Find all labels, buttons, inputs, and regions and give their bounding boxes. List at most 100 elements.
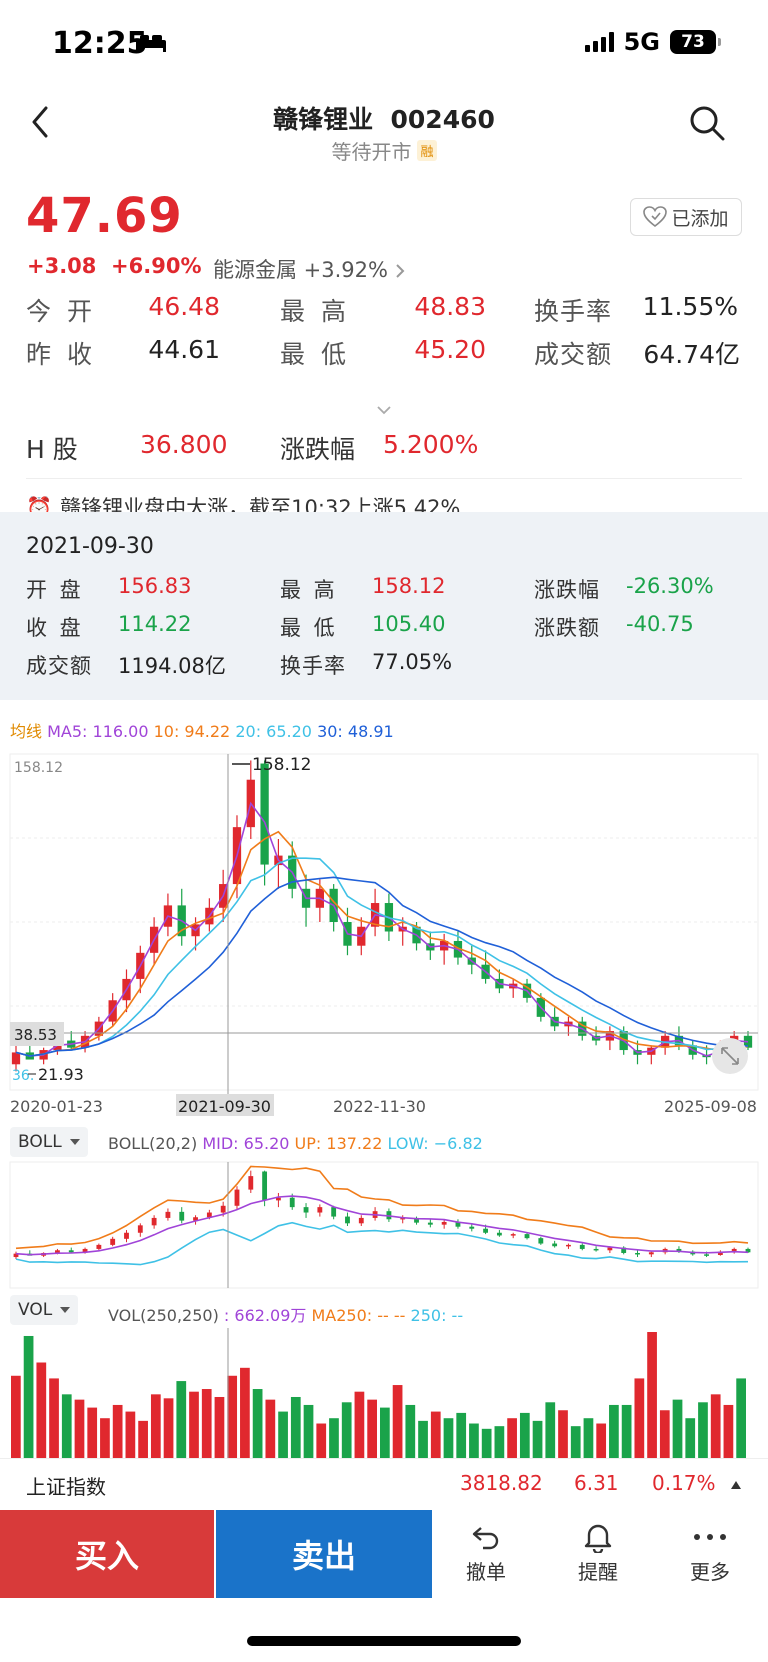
volume-bar [380,1407,390,1458]
volume-bar [685,1418,696,1458]
index-value: 3818.82 [460,1471,543,1495]
ma5-line [15,801,749,1057]
volume-bar [736,1378,746,1458]
detail-chg: -40.75 [626,612,694,636]
boll-candle [289,1197,295,1208]
market-status: 等待开市融 [0,136,768,165]
boll-candle [248,1176,254,1190]
volume-bar [278,1411,288,1458]
vol-legend: VOL(250,250) : 662.09万 MA250: -- -- 250:… [108,1302,463,1326]
volume-bar [100,1418,110,1458]
index-ticker[interactable]: 上证指数 3818.82 6.31 0.17% [0,1458,768,1510]
boll-candle [331,1207,337,1217]
volume-bar [23,1335,34,1458]
vol-ma250b: 250: -- [410,1306,464,1325]
volume-bar [341,1402,352,1458]
divider [26,478,742,479]
alert-label: 提醒 [578,1560,618,1584]
x-label-cross: 2021-09-30 [178,1097,271,1116]
low-label: 最 低 [280,340,350,369]
amount-value: 64.74亿 [643,340,740,369]
boll-candle [358,1217,364,1224]
boll-candle [110,1238,116,1245]
watchlist-added-button[interactable]: 已添加 [630,198,742,236]
boll-candle [607,1247,613,1251]
detail-turnover: 77.05% [372,650,453,674]
vol-selector[interactable]: VOL [10,1295,79,1325]
volume-bar [519,1412,530,1458]
boll-low: LOW: −6.82 [387,1134,483,1153]
cancel-order-button[interactable]: 撤单 [446,1518,526,1585]
search-icon[interactable] [688,104,726,142]
detail-amount-label: 成交额 [26,654,92,678]
volume-bar [570,1426,581,1458]
volume-bar [354,1391,365,1458]
volume-bar [87,1407,98,1458]
boll-selector[interactable]: BOLL [10,1127,88,1157]
kline-chart[interactable]: 158.12 158.12 38.53 36. 21.93 2020-01-23… [0,748,768,1118]
vol-name: VOL(250,250) [108,1306,219,1325]
ma10-value: 10: 94.22 [153,722,231,741]
volume-bar [609,1404,619,1458]
market-status-text: 等待开市 [331,140,412,164]
boll-candle [179,1211,185,1221]
ma-legend-label: 均线 [10,722,43,741]
candle [260,763,269,865]
boll-up: UP: 137.22 [294,1134,383,1153]
volume-chart[interactable] [0,1328,768,1458]
detail-low-label: 最 低 [280,616,338,640]
volume-bar [558,1410,568,1458]
volume-bar [405,1404,416,1458]
volume-bar [316,1423,327,1458]
caret-up-icon[interactable] [730,1475,742,1494]
change-percent: +6.90% [111,254,202,278]
sell-button[interactable]: 卖出 [216,1510,432,1598]
alert-button[interactable]: 提醒 [558,1518,638,1585]
boll-candle [262,1171,268,1201]
more-button[interactable]: 更多 [670,1518,750,1585]
expand-chevron-icon[interactable] [376,400,392,419]
boll-candle [704,1254,709,1256]
boll-candle [124,1232,129,1239]
boll-candle [96,1244,102,1249]
x-label-start: 2020-01-23 [10,1097,103,1116]
volume-bar [303,1404,314,1458]
boll-candle [441,1221,447,1225]
prev-close-value: 44.61 [148,335,220,364]
volume-bar [214,1396,225,1458]
volume-bar [545,1402,556,1458]
volume-bar [647,1332,657,1458]
sector-link[interactable]: 能源金属 +3.92% [213,254,405,284]
boll-candle [524,1234,530,1239]
boll-candle [483,1228,489,1233]
volume-bar [456,1412,467,1458]
volume-bar [49,1378,59,1458]
cancel-order-label: 撤单 [466,1560,506,1584]
detail-close-label: 收 盘 [26,616,84,640]
crosshair-detail-panel: 2021-09-30 开 盘 156.83 最 高 158.12 涨跌幅 -26… [0,512,768,700]
volume-bar [163,1398,174,1458]
volume-bar [507,1418,517,1458]
boll-candle [593,1248,599,1251]
buy-button[interactable]: 买入 [0,1510,214,1598]
volume-bar [392,1385,403,1458]
detail-amount: 1194.08亿 [118,654,226,678]
boll-candle [303,1207,309,1213]
volume-bar [227,1375,238,1458]
sector-label: 能源金属 +3.92% [213,258,388,282]
x-label-end: 2025-09-08 [664,1097,757,1116]
h-share-change-label: 涨跌幅 [280,435,356,464]
turnover-label: 换手率 [534,297,613,326]
boll-chart[interactable] [0,1160,768,1292]
detail-open-label: 开 盘 [26,578,84,602]
volume-bar [672,1399,683,1458]
volume-bar [290,1396,301,1458]
detail-open: 156.83 [118,574,192,598]
bell-icon [558,1518,638,1556]
watchlist-added-label: 已添加 [671,207,729,230]
volume-bar [532,1420,543,1458]
detail-chg-pct: -26.30% [626,574,714,598]
news-ticker[interactable]: ⏰ 赣锋锂业盘中大涨，截至10:32上涨5.42% [26,492,746,514]
vol-ma250: MA250: -- -- [311,1306,406,1325]
boll-candle [137,1225,143,1233]
